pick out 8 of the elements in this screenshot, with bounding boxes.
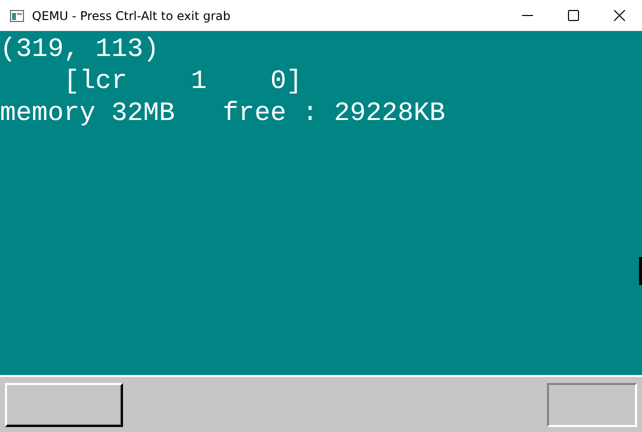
console-text: memory 32MB free : 29228KB <box>0 97 446 129</box>
maximize-icon <box>568 10 578 21</box>
console-text: [lcr 1 0] <box>62 65 302 97</box>
cursor-mark <box>639 257 642 285</box>
window-title: QEMU - Press Ctrl-Alt to exit grab <box>32 8 231 22</box>
close-icon <box>614 10 624 21</box>
app-icon <box>10 10 24 22</box>
console-text: (319, 113) <box>0 33 160 65</box>
